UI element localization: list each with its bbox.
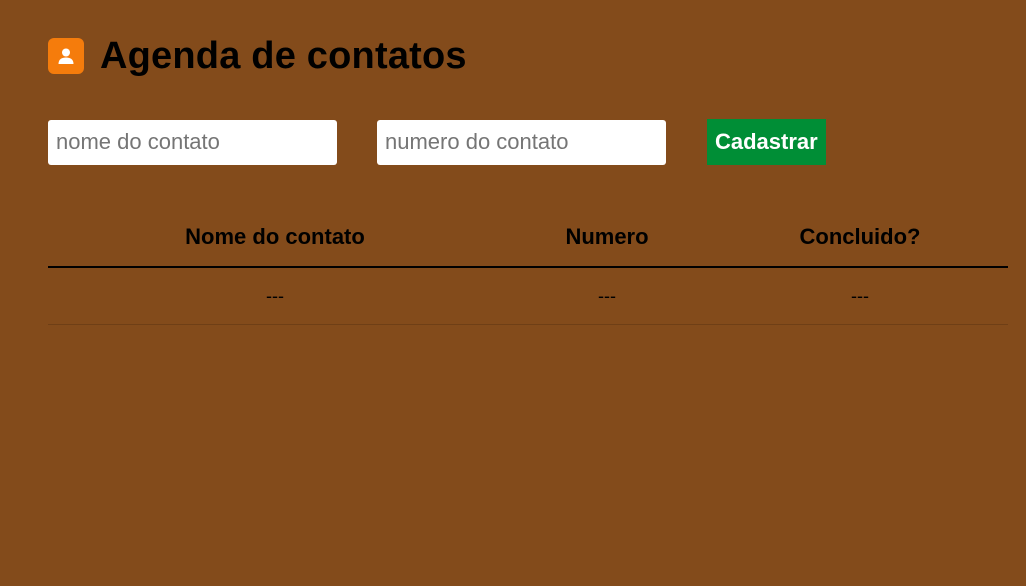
column-header-number: Numero — [502, 208, 712, 268]
contact-name-input[interactable] — [48, 119, 337, 165]
register-button[interactable]: Cadastrar — [707, 119, 826, 165]
contact-name-cell: --- — [48, 267, 502, 325]
contact-number-input[interactable] — [377, 119, 666, 165]
contact-number-cell: --- — [502, 267, 712, 325]
table-header-row: Nome do contato Numero Concluido? — [48, 208, 1008, 268]
table-row: --- --- --- — [48, 267, 1008, 325]
contact-form: Cadastrar — [48, 119, 826, 165]
contacts-table: Nome do contato Numero Concluido? --- --… — [48, 208, 1008, 325]
user-icon — [48, 38, 84, 74]
contact-completed-cell: --- — [712, 267, 1008, 325]
page-header: Agenda de contatos — [48, 34, 467, 78]
column-header-completed: Concluido? — [712, 208, 1008, 268]
column-header-name: Nome do contato — [48, 208, 502, 268]
page-title: Agenda de contatos — [100, 35, 467, 77]
